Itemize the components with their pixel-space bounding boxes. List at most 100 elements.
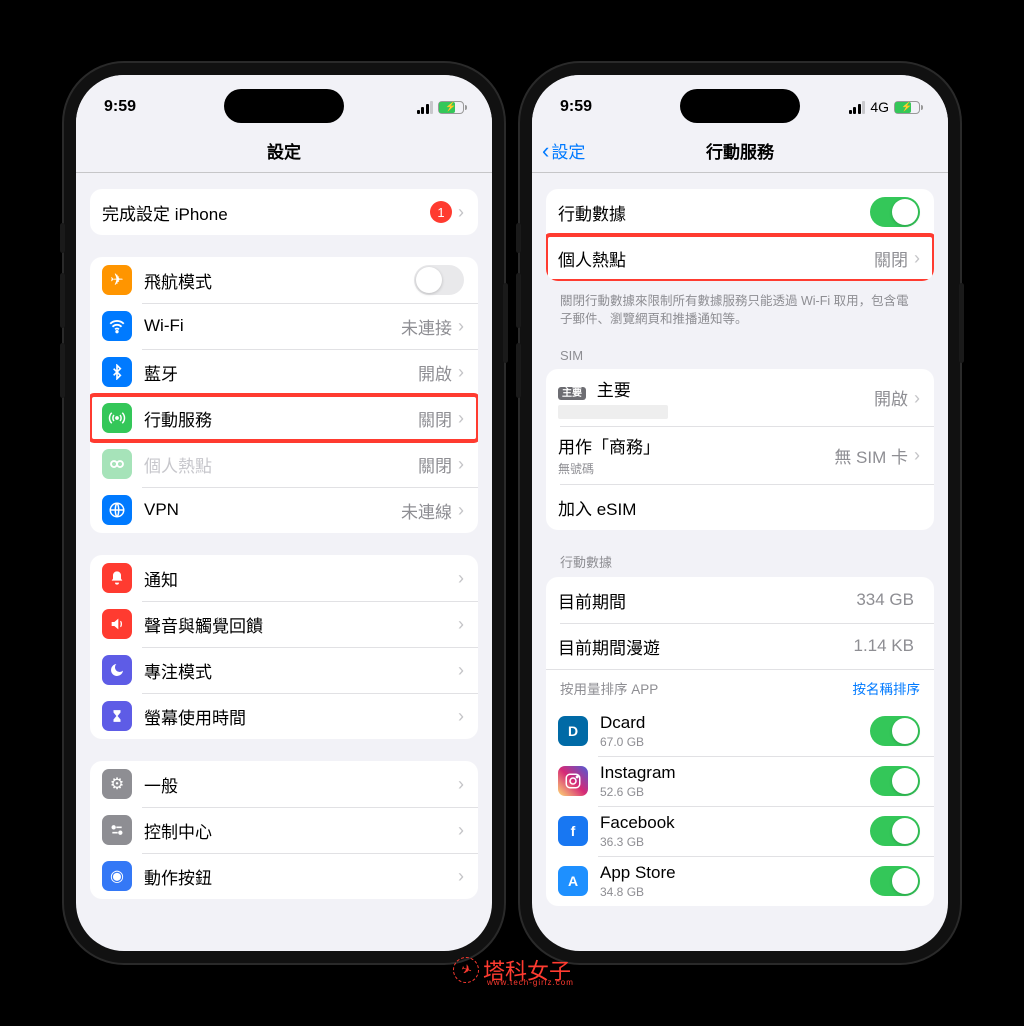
phone-right: 9:59 4G ⚡ ‹ 設定 行動服務 行動數據 個人熱點: [520, 63, 960, 963]
row-personal-hotspot[interactable]: 個人熱點 關閉 ›: [546, 235, 934, 281]
row-control-center[interactable]: 控制中心 ›: [90, 807, 478, 853]
hourglass-icon: [102, 701, 132, 731]
app-icon-appstore: A: [558, 866, 588, 896]
watermark: 塔科女子 www.tech-girlz.com: [453, 954, 571, 986]
status-time: 9:59: [104, 98, 136, 116]
cellular-icon: [102, 403, 132, 433]
row-cellular[interactable]: 行動服務 關閉 ›: [90, 395, 478, 441]
action-icon: ◉: [102, 861, 132, 891]
chevron-right-icon: ›: [458, 821, 464, 839]
chevron-right-icon: ›: [914, 249, 920, 267]
cellular-screen: 9:59 4G ⚡ ‹ 設定 行動服務 行動數據 個人熱點: [532, 75, 948, 951]
nav-bar: ‹ 設定 行動服務: [532, 129, 948, 173]
network-label: 4G: [870, 99, 889, 115]
sim-badge-primary: 主要: [558, 387, 586, 400]
app-toggle[interactable]: [870, 766, 920, 796]
app-toggle[interactable]: [870, 716, 920, 746]
row-action-button[interactable]: ◉ 動作按鈕 ›: [90, 853, 478, 899]
nav-bar: 設定: [76, 129, 492, 173]
app-icon-dcard: D: [558, 716, 588, 746]
chevron-right-icon: ›: [458, 867, 464, 885]
row-app-appstore[interactable]: A App Store34.8 GB: [546, 856, 934, 906]
airplane-icon: ✈: [102, 265, 132, 295]
row-current-period[interactable]: 目前期間 334 GB: [546, 577, 934, 623]
battery-icon: ⚡: [438, 101, 464, 114]
chevron-right-icon: ›: [458, 775, 464, 793]
row-general[interactable]: ⚙ 一般 ›: [90, 761, 478, 807]
bell-icon: [102, 563, 132, 593]
app-toggle[interactable]: [870, 816, 920, 846]
row-vpn[interactable]: VPN 未連線 ›: [90, 487, 478, 533]
group-cellular-top: 行動數據 個人熱點 關閉 ›: [546, 189, 934, 281]
data-header: 行動數據: [546, 552, 934, 577]
row-bluetooth[interactable]: 藍牙 開啟 ›: [90, 349, 478, 395]
chevron-right-icon: ›: [458, 501, 464, 519]
sim-number-redacted: [558, 405, 668, 419]
row-finish-setup[interactable]: 完成設定 iPhone 1 ›: [90, 189, 478, 235]
chevron-right-icon: ›: [914, 389, 920, 407]
group-data-usage: 目前期間 334 GB 目前期間漫遊 1.14 KB 按用量排序 APP 按名稱…: [546, 577, 934, 906]
row-hotspot[interactable]: 個人熱點 關閉 ›: [90, 441, 478, 487]
group-general: ⚙ 一般 › 控制中心 › ◉ 動作按鈕 ›: [90, 761, 478, 899]
gear-icon: ⚙: [102, 769, 132, 799]
row-sim-business[interactable]: 用作「商務」 無號碼 無 SIM 卡 ›: [546, 426, 934, 484]
settings-list[interactable]: 完成設定 iPhone 1 › ✈ 飛航模式 Wi-Fi 未連接: [76, 173, 492, 951]
signal-icon: [849, 101, 866, 114]
chevron-right-icon: ›: [458, 317, 464, 335]
battery-icon: ⚡: [894, 101, 920, 114]
sort-by-name-link[interactable]: 按名稱排序: [853, 678, 921, 698]
settings-screen: 9:59 ⚡ 設定 完成設定 iPhone 1 › ✈ 飛航模: [76, 75, 492, 951]
row-app-facebook[interactable]: f Facebook36.3 GB: [546, 806, 934, 856]
airplane-toggle[interactable]: [414, 265, 464, 295]
wifi-icon: [102, 311, 132, 341]
sliders-icon: [102, 815, 132, 845]
signal-icon: [417, 101, 434, 114]
phone-left: 9:59 ⚡ 設定 完成設定 iPhone 1 › ✈ 飛航模: [64, 63, 504, 963]
group-setup: 完成設定 iPhone 1 ›: [90, 189, 478, 235]
row-notifications[interactable]: 通知 ›: [90, 555, 478, 601]
status-time: 9:59: [560, 98, 592, 116]
chevron-right-icon: ›: [458, 203, 464, 221]
moon-icon: [102, 655, 132, 685]
row-sim-primary[interactable]: 主要 主要 開啟 ›: [546, 369, 934, 426]
row-airplane-mode[interactable]: ✈ 飛航模式: [90, 257, 478, 303]
cellular-footer: 關閉行動數據來限制所有數據服務只能透過 Wi-Fi 取用，包含電子郵件、瀏覽網頁…: [546, 287, 934, 328]
bluetooth-icon: [102, 357, 132, 387]
group-connectivity: ✈ 飛航模式 Wi-Fi 未連接 › 藍牙 開: [90, 257, 478, 533]
app-icon-facebook: f: [558, 816, 588, 846]
chevron-right-icon: ›: [458, 363, 464, 381]
row-focus[interactable]: 專注模式 ›: [90, 647, 478, 693]
chevron-right-icon: ›: [458, 707, 464, 725]
speaker-icon: [102, 609, 132, 639]
cellular-data-toggle[interactable]: [870, 197, 920, 227]
cellular-list[interactable]: 行動數據 個人熱點 關閉 › 關閉行動數據來限制所有數據服務只能透過 Wi-Fi…: [532, 173, 948, 951]
page-title: 行動服務: [706, 138, 774, 163]
dynamic-island: [680, 89, 800, 123]
page-title: 設定: [267, 138, 301, 163]
vpn-icon: [102, 495, 132, 525]
hotspot-icon: [102, 449, 132, 479]
group-notifications: 通知 › 聲音與觸覺回饋 › 專注模式 ›: [90, 555, 478, 739]
app-toggle[interactable]: [870, 866, 920, 896]
row-app-dcard[interactable]: D Dcard67.0 GB: [546, 706, 934, 756]
row-sounds[interactable]: 聲音與觸覺回饋 ›: [90, 601, 478, 647]
back-button[interactable]: ‹ 設定: [542, 138, 585, 163]
badge-count: 1: [430, 201, 452, 223]
app-icon-instagram: [558, 766, 588, 796]
row-cellular-data[interactable]: 行動數據: [546, 189, 934, 235]
chevron-right-icon: ›: [458, 661, 464, 679]
dynamic-island: [224, 89, 344, 123]
row-roaming-period[interactable]: 目前期間漫遊 1.14 KB: [546, 623, 934, 669]
chevron-right-icon: ›: [458, 409, 464, 427]
row-app-instagram[interactable]: Instagram52.6 GB: [546, 756, 934, 806]
chevron-right-icon: ›: [914, 446, 920, 464]
chevron-left-icon: ‹: [542, 140, 549, 162]
row-screen-time[interactable]: 螢幕使用時間 ›: [90, 693, 478, 739]
chevron-right-icon: ›: [458, 615, 464, 633]
row-add-esim[interactable]: 加入 eSIM: [546, 484, 934, 530]
app-sort-header: 按用量排序 APP 按名稱排序: [546, 669, 934, 706]
row-wifi[interactable]: Wi-Fi 未連接 ›: [90, 303, 478, 349]
group-sim: 主要 主要 開啟 › 用作「商務」 無號碼 無 SIM 卡 ›: [546, 369, 934, 530]
chevron-right-icon: ›: [458, 569, 464, 587]
chevron-right-icon: ›: [458, 455, 464, 473]
